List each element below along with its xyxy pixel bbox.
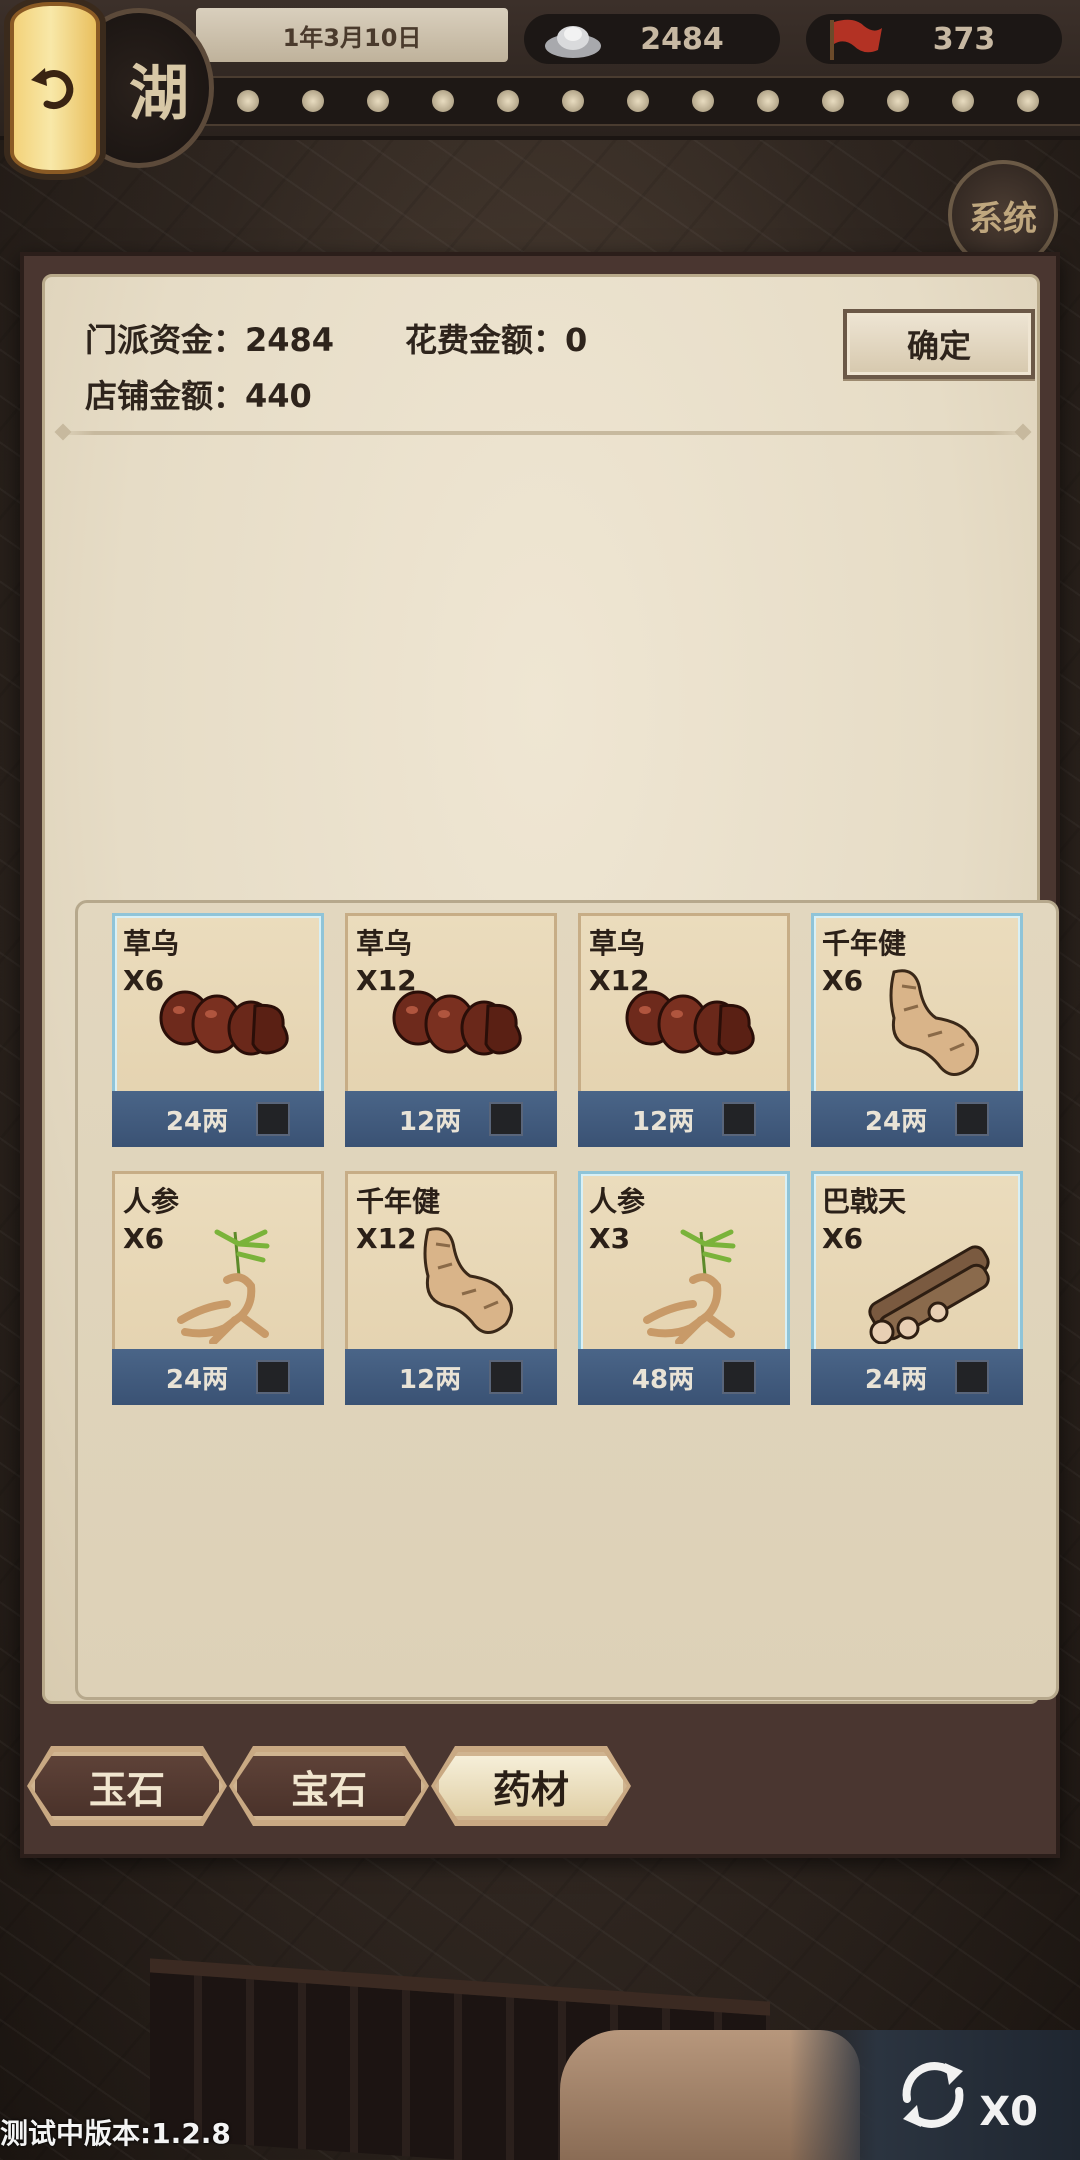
tab-herbs[interactable]: 药材 <box>435 1752 627 1820</box>
item-name: 千年健 <box>356 1185 441 1218</box>
item-card[interactable]: 巴戟天 X6 24两 <box>811 1171 1023 1405</box>
item-quantity: X3 <box>589 1222 631 1255</box>
item-footer: 24两 <box>811 1091 1023 1147</box>
item-footer: 24两 <box>112 1349 324 1405</box>
item-price: 12两 <box>398 1364 462 1395</box>
divider <box>55 431 1031 435</box>
item-quantity: X12 <box>356 1222 417 1255</box>
progress-dots <box>196 76 1080 126</box>
item-price: 48两 <box>631 1364 695 1395</box>
item-quantity: X12 <box>589 964 650 997</box>
item-footer: 12两 <box>345 1349 557 1405</box>
system-label: 系统 <box>969 198 1037 239</box>
item-card[interactable]: 人参 X6 24两 <box>112 1171 324 1405</box>
red-flag-icon <box>824 16 886 62</box>
item-card[interactable]: 人参 X3 48两 <box>578 1171 790 1405</box>
seal-text: 湖 <box>129 58 189 129</box>
spend-amount: 花费金额：0 <box>405 321 588 359</box>
item-name: 草乌 <box>356 927 413 960</box>
item-name: 草乌 <box>589 927 646 960</box>
item-quantity: X6 <box>123 1222 165 1255</box>
item-name: 人参 <box>589 1185 646 1218</box>
item-price: 24两 <box>864 1364 928 1395</box>
item-card[interactable]: 草乌 X6 24两 <box>112 913 324 1147</box>
item-card[interactable]: 草乌 X12 12两 <box>578 913 790 1147</box>
select-checkbox[interactable] <box>256 1360 290 1394</box>
select-checkbox[interactable] <box>955 1102 989 1136</box>
item-card[interactable]: 草乌 X12 12两 <box>345 913 557 1147</box>
dot <box>367 90 390 112</box>
silver-value: 2484 <box>640 21 724 57</box>
shop-dialog: 门派资金：2484 花费金额：0 店铺金额：440 确定 草乌 X6 24两 草乌 X1… <box>20 252 1060 1858</box>
version-label: 测试中版本:1.2.8 <box>0 2117 231 2150</box>
item-footer: 12两 <box>578 1091 790 1147</box>
item-name: 千年健 <box>822 927 907 960</box>
item-quantity: X6 <box>822 964 864 997</box>
back-button[interactable] <box>10 2 100 174</box>
herb-icon <box>155 1224 315 1346</box>
dot <box>886 90 909 112</box>
refresh-count: X0 <box>979 2089 1038 2135</box>
select-checkbox[interactable] <box>955 1360 989 1394</box>
dot <box>821 90 844 112</box>
herb-icon <box>854 1224 1014 1345</box>
item-quantity: X12 <box>356 964 417 997</box>
dot <box>756 90 779 112</box>
tab-gems[interactable]: 宝石 <box>233 1752 425 1820</box>
dot <box>691 90 714 112</box>
item-price: 24两 <box>165 1106 229 1137</box>
silver-counter: 2484 <box>524 14 780 64</box>
item-footer: 48两 <box>578 1349 790 1405</box>
item-footer: 24两 <box>112 1091 324 1147</box>
dot <box>1016 90 1039 112</box>
silver-ingot-icon <box>542 16 604 62</box>
item-name: 巴戟天 <box>822 1185 907 1218</box>
select-checkbox[interactable] <box>489 1360 523 1394</box>
item-name: 草乌 <box>123 927 180 960</box>
item-quantity: X6 <box>123 964 165 997</box>
item-card[interactable]: 千年健 X12 12两 <box>345 1171 557 1405</box>
item-name: 人参 <box>123 1185 180 1218</box>
refresh-panel[interactable]: X0 <box>790 2030 1080 2160</box>
select-checkbox[interactable] <box>489 1102 523 1136</box>
select-checkbox[interactable] <box>256 1102 290 1136</box>
herb-icon <box>854 966 1014 1086</box>
dot <box>562 90 585 112</box>
dot <box>432 90 455 112</box>
game-date: 1年3月10日 <box>196 8 508 62</box>
item-footer: 24两 <box>811 1349 1023 1405</box>
item-footer: 12两 <box>345 1091 557 1147</box>
herb-icon <box>155 966 315 1086</box>
flag-counter: 373 <box>806 14 1062 64</box>
dot <box>237 90 260 112</box>
dot <box>951 90 974 112</box>
item-price: 12两 <box>631 1106 695 1137</box>
select-checkbox[interactable] <box>722 1102 756 1136</box>
dot <box>497 90 520 112</box>
item-quantity: X6 <box>822 1222 864 1255</box>
select-checkbox[interactable] <box>722 1360 756 1394</box>
herb-icon <box>621 1224 781 1346</box>
sect-funds: 门派资金：2484 <box>85 321 335 359</box>
dot <box>626 90 649 112</box>
item-price: 24两 <box>864 1106 928 1137</box>
refresh-icon <box>902 2062 964 2128</box>
item-price: 24两 <box>165 1364 229 1395</box>
paper-panel: 门派资金：2484 花费金额：0 店铺金额：440 确定 草乌 X6 24两 草乌 X1… <box>42 274 1059 1704</box>
shop-amount: 店铺金额：440 <box>85 377 312 415</box>
tab-jade[interactable]: 玉石 <box>31 1752 223 1820</box>
flag-value: 373 <box>932 21 996 57</box>
back-arrow-icon <box>31 68 74 110</box>
item-price: 12两 <box>398 1106 462 1137</box>
item-card[interactable]: 千年健 X6 24两 <box>811 913 1023 1147</box>
item-grid: 草乌 X6 24两 草乌 X12 12两 草乌 X12 12两 千年健 X6 24两 人参 X6 24两 千年… <box>75 900 1059 1700</box>
confirm-button[interactable]: 确定 <box>843 309 1035 379</box>
dot <box>302 90 325 112</box>
